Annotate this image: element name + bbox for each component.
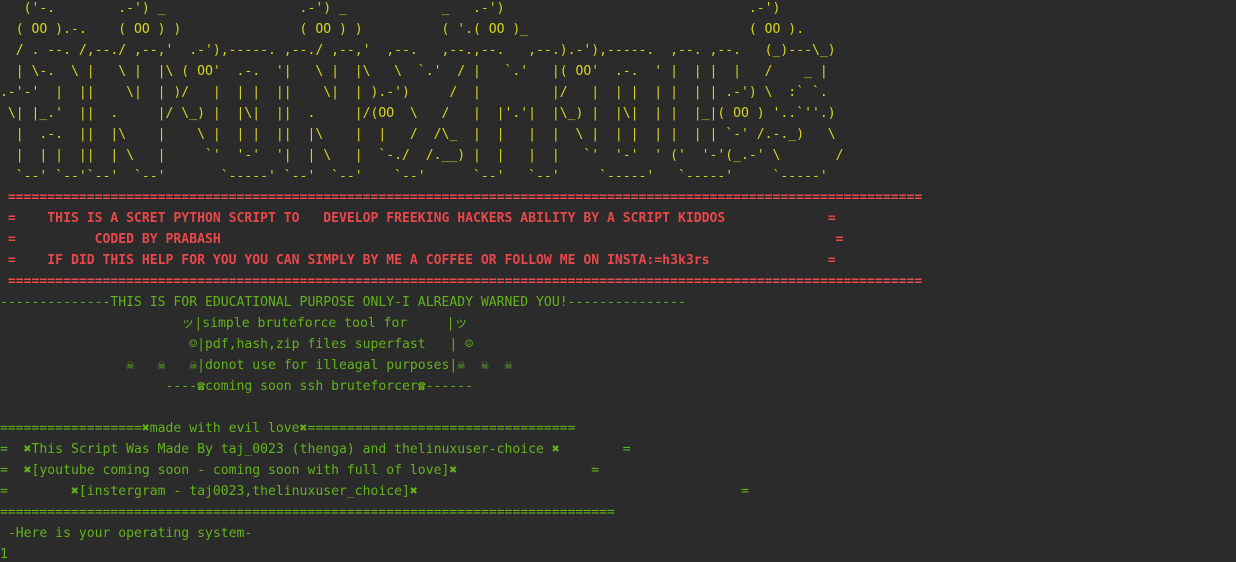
output-line: = ✖[instergram - taj0023,thelinuxuser_ch… [0, 484, 749, 499]
terminal-window[interactable]: ('-. .-') _ .-') _ _ .-') .-') ( OO ).-.… [0, 0, 1236, 562]
banner-line: \| |_.' || . |/ \_) | |\| || . |/(OO \ /… [0, 106, 836, 121]
banner-line: | | | || | \ | `' '-' '| | \ | `-./ /.__… [0, 148, 844, 163]
output-line: -Here is your operating system- [0, 526, 253, 541]
output-line: ========================================… [0, 505, 615, 520]
output-line: = ✖This Script Was Made By taj_0023 (the… [0, 442, 631, 457]
output-line: --------------THIS IS FOR EDUCATIONAL PU… [0, 295, 686, 310]
banner-line: ( OO ).-. ( OO ) ) ( OO ) ) ( '.( OO )_ … [0, 22, 805, 37]
warning-line: = CODED BY PRABASH = [0, 232, 844, 247]
output-line: ----☎coming soon ssh bruteforcer☎------ [0, 379, 473, 394]
banner-line: / . --. /,--./ ,--,' .-'),-----. ,--./ ,… [0, 43, 836, 58]
output-line: ☠ ☠ ☠|donot use for illeagal purposes|☠ … [0, 358, 513, 373]
warning-line: ========================================… [0, 190, 923, 205]
output-line: = ✖[youtube coming soon - coming soon wi… [0, 463, 600, 478]
banner-line: | .-. || |\ | \ | | | || |\ | | / /\_ | … [0, 127, 836, 142]
warning-line: = IF DID THIS HELP FOR YOU YOU CAN SIMPL… [0, 253, 836, 268]
warning-line: ========================================… [0, 274, 923, 289]
banner-line: `--' `--'`--' `--' `-----' `--' `--' `--… [0, 169, 828, 184]
output-line: ッ|simple bruteforce tool for |ッ [0, 316, 468, 331]
banner-line: | \-. \ | \ | |\ ( OO' .-. '| \ | |\ \ `… [0, 64, 828, 79]
output-line: ==================✖made with evil love✖=… [0, 421, 576, 436]
banner-line: ('-. .-') _ .-') _ _ .-') .-') [0, 1, 781, 16]
output-line: ☺|pdf,hash,zip files superfast | ☺ [0, 337, 473, 352]
warning-line: = THIS IS A SCRET PYTHON SCRIPT TO DEVEL… [0, 211, 836, 226]
banner-line: .-'-' | || \| | )/ | | | || \| | ).-') /… [0, 85, 828, 100]
output-line: 1 [0, 547, 8, 562]
